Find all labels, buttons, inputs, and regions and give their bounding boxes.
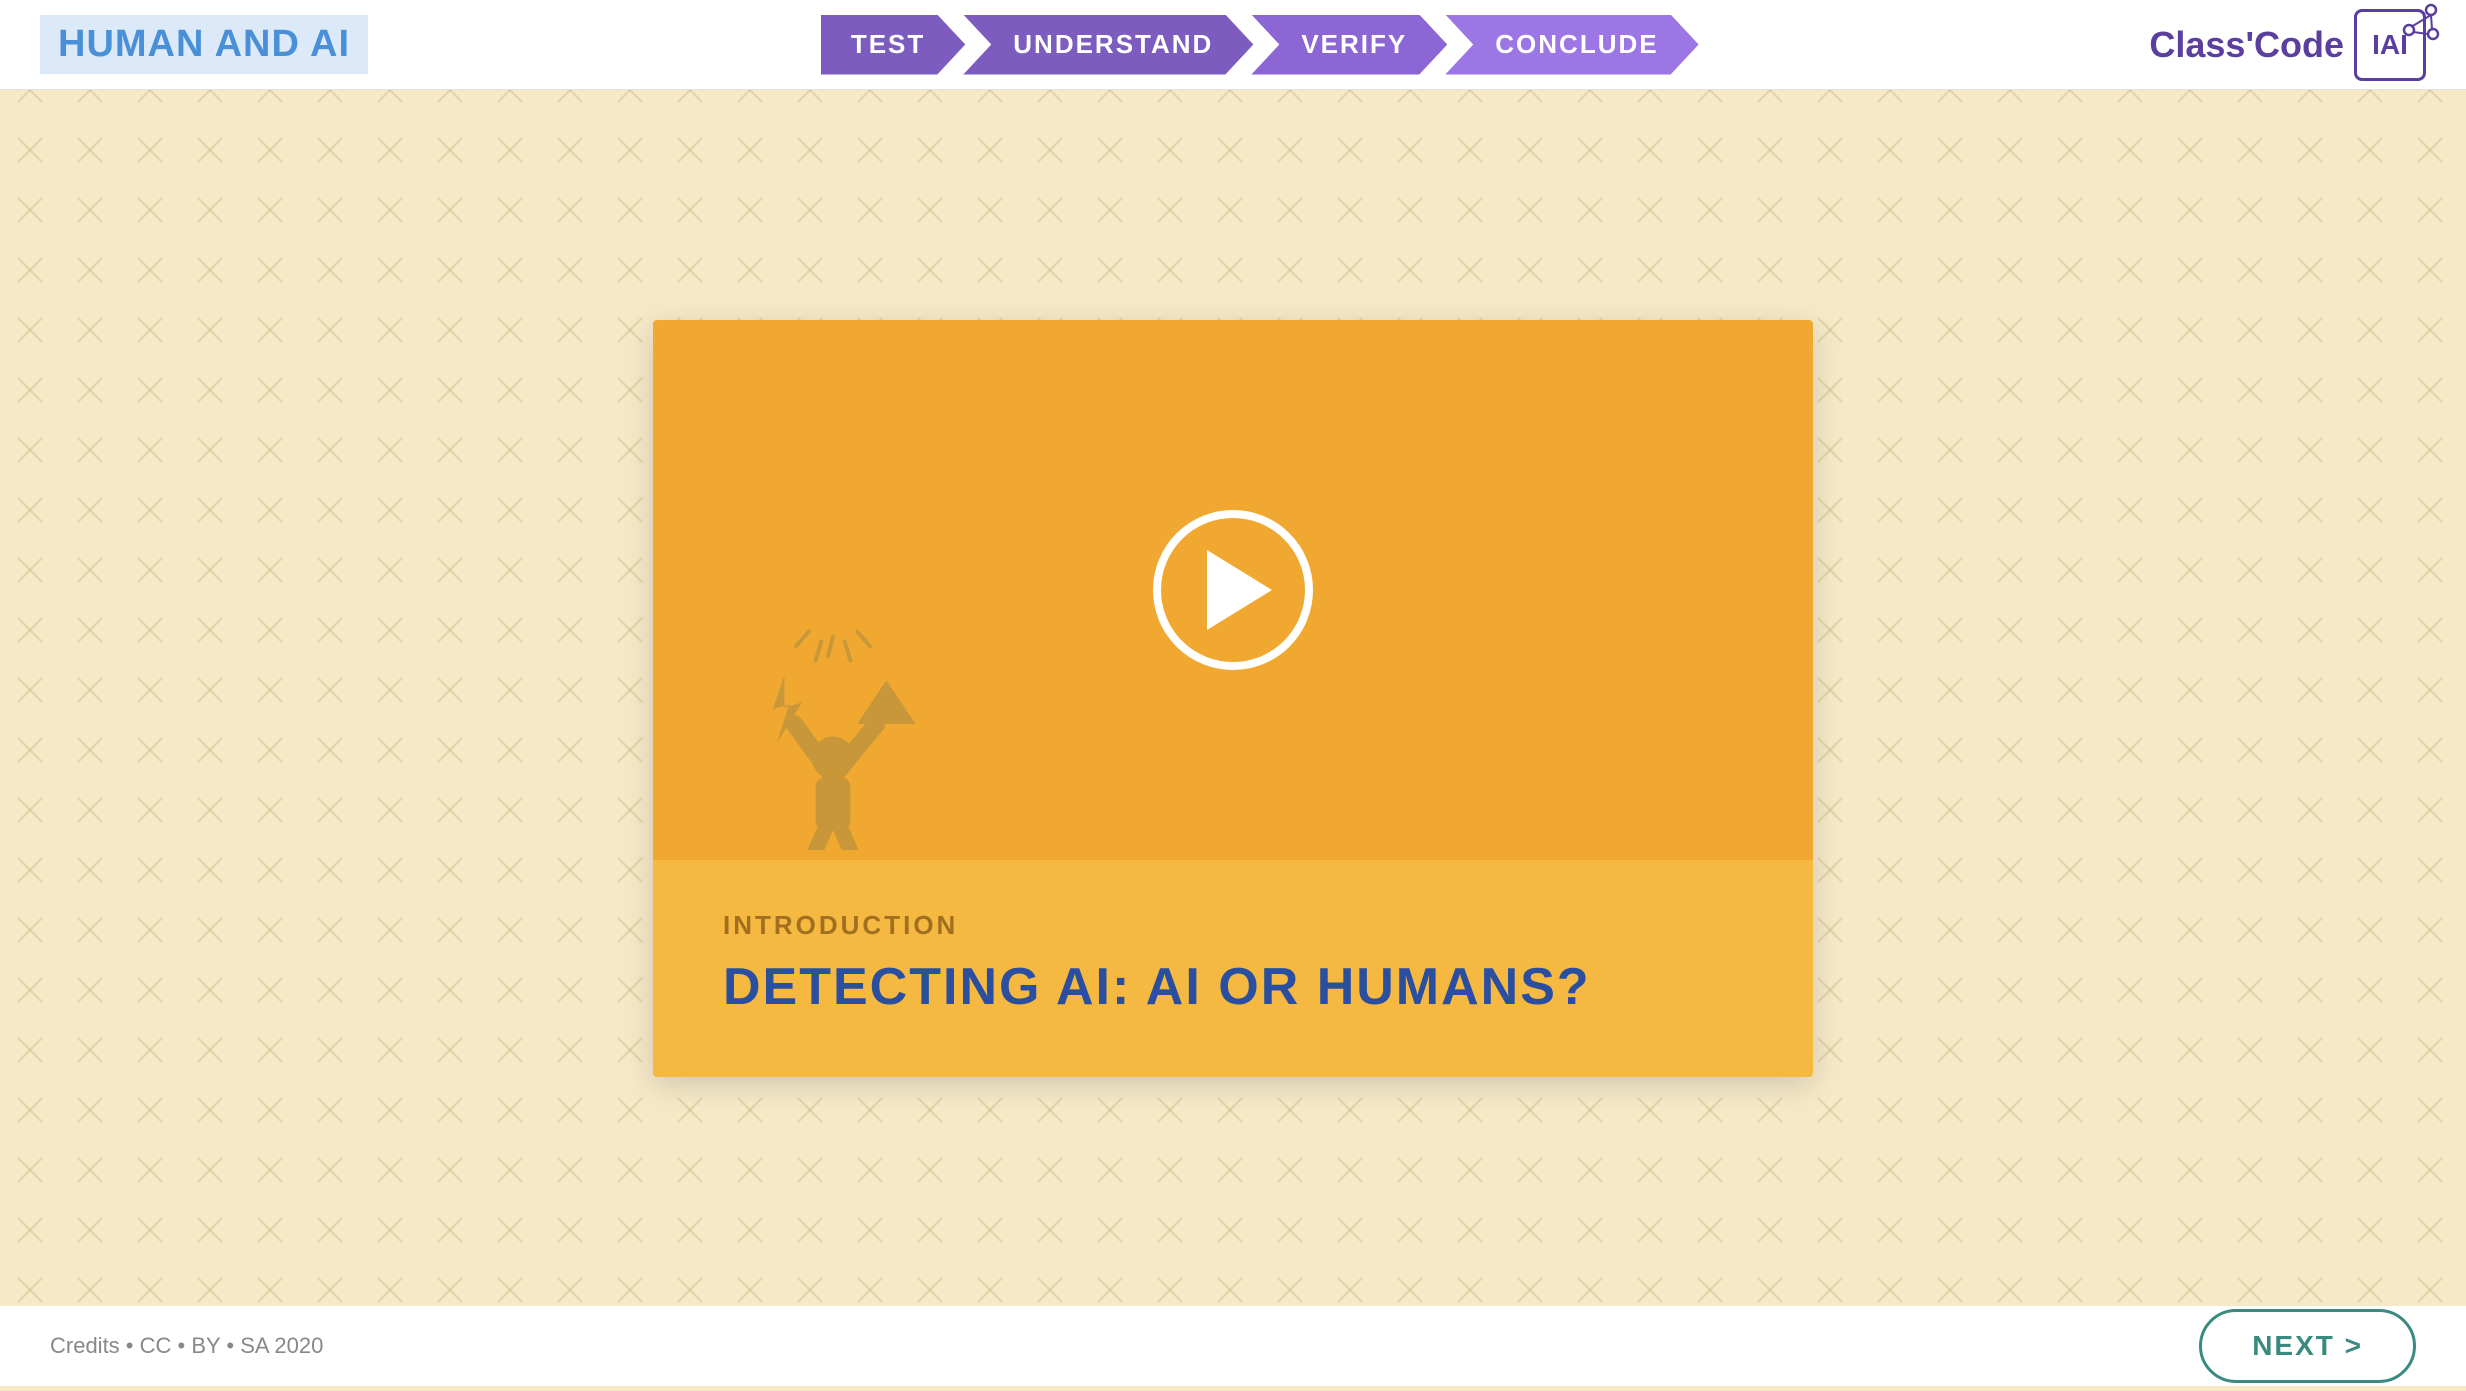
tab-test[interactable]: TEST [821,15,965,75]
footer: Credits • CC • BY • SA 2020 NEXT > [0,1306,2466,1386]
logo: Class'Code IAI [2149,9,2426,81]
nav-tabs: TEST UNDERSTAND VERIFY CONCLUDE [821,15,1697,75]
app-title: HUMAN AND AI [40,15,368,74]
video-card: INTRODUCTION DETECTING AI: AI OR HUMANS? [653,320,1813,1077]
next-button[interactable]: NEXT > [2199,1309,2416,1383]
play-button[interactable] [1153,510,1313,670]
video-title: DETECTING AI: AI OR HUMANS? [723,957,1743,1017]
network-icon [2401,2,2441,42]
credits-text: Credits • CC • BY • SA 2020 [50,1333,323,1359]
video-label: INTRODUCTION [723,910,1743,941]
header: HUMAN AND AI TEST UNDERSTAND VERIFY CONC… [0,0,2466,90]
tab-conclude[interactable]: CONCLUDE [1445,15,1698,75]
logo-box: IAI [2354,9,2426,81]
play-icon [1207,550,1272,630]
logo-text: Class'Code [2149,24,2344,66]
video-top [653,320,1813,860]
tab-understand[interactable]: UNDERSTAND [963,15,1253,75]
video-bottom: INTRODUCTION DETECTING AI: AI OR HUMANS? [653,860,1813,1077]
video-illustration [733,520,933,860]
tab-verify[interactable]: VERIFY [1251,15,1447,75]
content-wrapper: INTRODUCTION DETECTING AI: AI OR HUMANS? [0,90,2466,1306]
